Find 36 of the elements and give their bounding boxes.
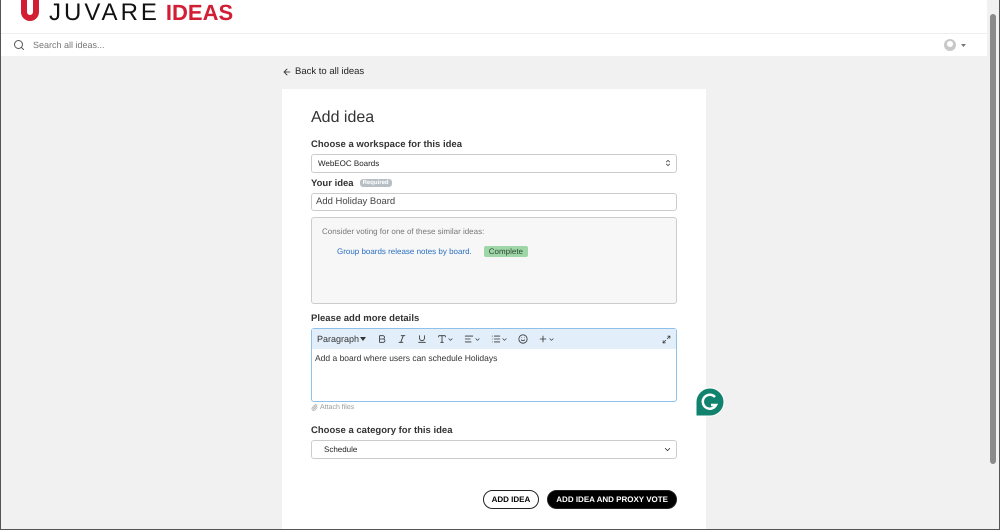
avatar-icon[interactable] [943, 38, 967, 52]
emoji-icon[interactable] [518, 334, 528, 344]
underline-icon[interactable] [417, 334, 428, 344]
logo-wordmark: JUVARE [49, 0, 160, 26]
details-editor[interactable]: Paragraph Add a board where users can schedule Holidays [311, 328, 677, 402]
field-label: Your idea [311, 178, 354, 189]
format-dropdown[interactable]: Paragraph [317, 334, 368, 344]
submit-button[interactable]: ADD IDEA AND PROXY VOTE [547, 490, 677, 509]
caret-icon [359, 336, 368, 342]
up-down-icon [664, 159, 672, 168]
fullscreen-icon[interactable] [662, 334, 671, 344]
field-label: Choose a category for this idea [311, 425, 452, 436]
form-title: Add idea [311, 109, 376, 127]
search-icon [13, 39, 25, 51]
align-icon[interactable] [464, 334, 482, 344]
details-text: Add a board where users can schedule Holidays [314, 352, 498, 366]
search-bar[interactable]: Search all ideas... [1, 34, 987, 56]
status-tag: Complete [484, 246, 528, 257]
workspace-select[interactable]: WebEOC Boards [311, 154, 677, 173]
category-select[interactable]: Schedule [311, 440, 677, 459]
similar-intro: Consider voting for one of these similar ideas: [322, 226, 486, 236]
field-label: Please add more details [311, 313, 420, 324]
arrow-left-icon [282, 66, 292, 76]
insert-icon[interactable] [538, 334, 556, 344]
bold-icon[interactable] [377, 334, 388, 344]
scrollbar-thumb[interactable] [990, 14, 996, 464]
back-link[interactable]: Back to all ideas [282, 66, 364, 77]
list-icon[interactable] [491, 334, 508, 344]
text-color-icon[interactable] [437, 334, 454, 344]
field-label: Choose a workspace for this idea [311, 139, 462, 150]
logo-accent: IDEAS [166, 0, 234, 26]
idea-field[interactable]: Add Holiday Board [311, 192, 677, 211]
paperclip-icon [311, 404, 318, 412]
similar-idea-link[interactable]: Group boards release notes by board. [337, 246, 472, 256]
submit-button[interactable]: ADD IDEA [482, 490, 540, 509]
italic-icon[interactable] [397, 334, 408, 344]
